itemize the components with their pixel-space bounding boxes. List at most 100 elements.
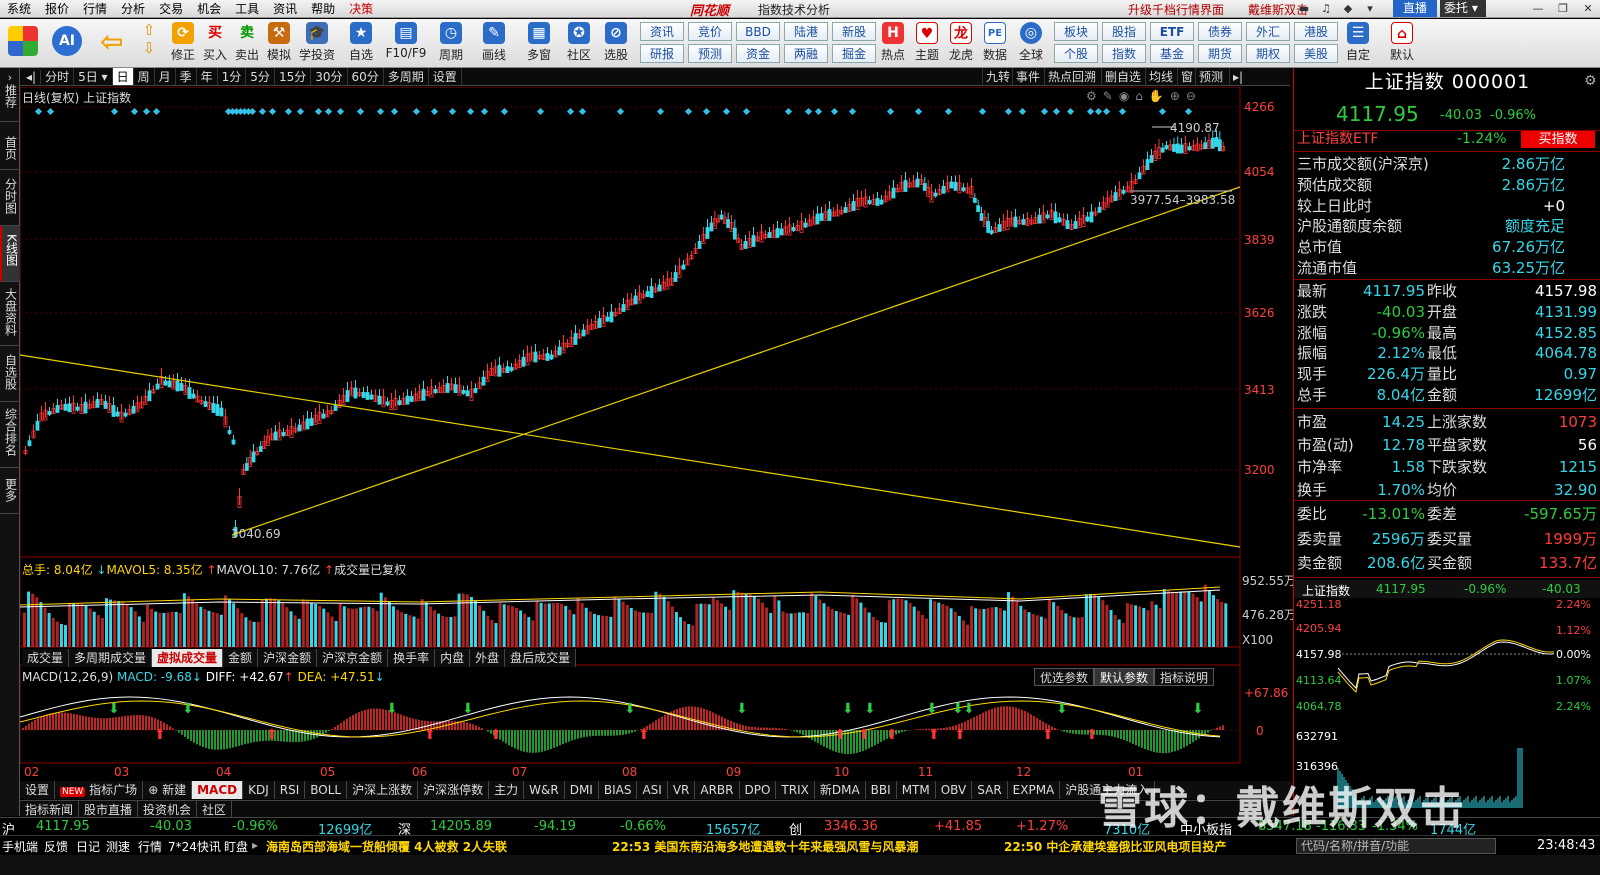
quick-futures[interactable]: 期货 bbox=[1198, 44, 1242, 63]
news-headline[interactable]: 海南岛西部海域一货船倾覆 4人被救 2人失联 bbox=[266, 838, 507, 855]
hot-button[interactable]: H 热点 bbox=[876, 21, 910, 66]
itab-rise-count[interactable]: 沪深上涨数 bbox=[347, 781, 419, 799]
multiwindow-button[interactable]: ▦ 多窗 bbox=[520, 21, 558, 66]
menu-trade[interactable]: 交易 bbox=[152, 0, 190, 17]
tab-watchlist[interactable]: 自选股 bbox=[0, 346, 20, 402]
gear-icon[interactable]: ⚙ bbox=[1584, 73, 1597, 89]
btn-ma[interactable]: 均线 bbox=[1145, 68, 1176, 86]
upgrade-link[interactable]: 升级千档行情界面 bbox=[1128, 1, 1224, 18]
itab-rsi[interactable]: RSI bbox=[274, 781, 306, 799]
period-5min[interactable]: 5分 bbox=[246, 68, 275, 85]
period-day[interactable]: 日 bbox=[112, 68, 134, 85]
buy-index-button[interactable]: 买指数 bbox=[1521, 131, 1595, 148]
minimize-icon[interactable]: — bbox=[1530, 1, 1546, 16]
draw-button[interactable]: ✎ 画线 bbox=[476, 21, 512, 66]
dropdown-icon[interactable]: ▾ bbox=[1362, 1, 1378, 16]
period-60min[interactable]: 60分 bbox=[348, 68, 384, 85]
screener-button[interactable]: ⊘ 选股 bbox=[598, 21, 634, 66]
menu-decision[interactable]: 决策 bbox=[342, 0, 380, 17]
menu-tools[interactable]: 工具 bbox=[228, 0, 266, 17]
sell-button[interactable]: 卖卖出 bbox=[230, 21, 264, 66]
quick-index[interactable]: 指数 bbox=[1102, 44, 1146, 63]
itab-vr[interactable]: VR bbox=[667, 781, 696, 799]
itab-asi[interactable]: ASI bbox=[637, 781, 668, 799]
vtab-virtual-volume[interactable]: 虚拟成交量 bbox=[152, 649, 224, 667]
itab-dmi[interactable]: DMI bbox=[564, 781, 599, 799]
period-month[interactable]: 月 bbox=[155, 68, 176, 85]
period-1min[interactable]: 1分 bbox=[218, 68, 247, 85]
minimize-mini-icon[interactable]: ▬ bbox=[1296, 1, 1312, 16]
menu-news[interactable]: 资讯 bbox=[266, 0, 304, 17]
itab-new[interactable]: ⊕ 新建 bbox=[143, 781, 193, 799]
tab-market-info[interactable]: 大盘资料 bbox=[0, 282, 20, 346]
expand-icon[interactable]: ▸| bbox=[1229, 68, 1246, 86]
chart-canvas[interactable]: ⬇ ⬇ ⬇ ⬇ ⬇ ⬇ ⬇ ⬇ ⬇ ⬇ ⬇ ⬇ ⬇⬆ ⬆ ⬆ ⬆ ⬆ ⬆ ⬆ ⬆ ⬆ ⬆ ⬆ ⬆ bbox=[20, 87, 1292, 800]
status-link[interactable]: 日记 bbox=[76, 838, 100, 855]
quick-fund-flow[interactable]: 资金 bbox=[736, 44, 780, 63]
vtab-outer[interactable]: 外盘 bbox=[470, 649, 506, 667]
live-button[interactable]: 直播 bbox=[1393, 0, 1437, 17]
tab-more[interactable]: 更多 bbox=[0, 468, 20, 514]
quick-stock[interactable]: 个股 bbox=[1054, 44, 1098, 63]
period-multi[interactable]: 多周期 bbox=[384, 68, 429, 85]
quick-news[interactable]: 资讯 bbox=[640, 22, 684, 41]
btn-default-params[interactable]: 默认参数 bbox=[1094, 668, 1155, 686]
watchlist-button[interactable]: ★ 自选 bbox=[342, 21, 380, 66]
vtab-turnover[interactable]: 换手率 bbox=[388, 649, 436, 667]
menu-opportunity[interactable]: 机会 bbox=[190, 0, 228, 17]
search-input[interactable]: 代码/名称/拼音/功能 bbox=[1296, 838, 1496, 854]
itab-expma[interactable]: EXPMA bbox=[1007, 781, 1061, 799]
period-5day[interactable]: 5日 ▾ bbox=[74, 68, 113, 85]
tab-kline[interactable]: K线图 bbox=[0, 226, 20, 282]
vtab-inner[interactable]: 内盘 bbox=[435, 649, 471, 667]
itab-settings[interactable]: 设置 bbox=[20, 781, 56, 799]
quick-forecast[interactable]: 预测 bbox=[688, 44, 732, 63]
period-button[interactable]: ◷ 周期 bbox=[432, 21, 470, 66]
quick-bbd[interactable]: BBD bbox=[736, 22, 780, 41]
itab-wr[interactable]: W&R bbox=[524, 781, 565, 799]
learn-button[interactable]: 🎓 学投资 bbox=[298, 21, 336, 66]
tab-recommend[interactable]: › 推荐 bbox=[0, 68, 20, 122]
default-button[interactable]: ⌂ 默认 bbox=[1384, 21, 1420, 66]
vtab-volume[interactable]: 成交量 bbox=[22, 649, 70, 667]
status-link[interactable]: 7*24快讯 bbox=[168, 838, 221, 855]
quick-index-futures[interactable]: 股指 bbox=[1102, 22, 1146, 41]
vtab-amount[interactable]: 金额 bbox=[223, 649, 259, 667]
period-timeshare[interactable]: 分时 bbox=[41, 68, 75, 85]
news-headline[interactable]: 22:50 中企承建埃塞俄比亚风电项目投产 bbox=[1004, 838, 1226, 855]
dragon-button[interactable]: 龙龙虎 bbox=[944, 21, 978, 66]
itab-dpo[interactable]: DPO bbox=[739, 781, 777, 799]
period-year[interactable]: 年 bbox=[197, 68, 218, 85]
data-button[interactable]: PE 数据 bbox=[978, 21, 1012, 66]
period-30min[interactable]: 30分 bbox=[311, 68, 348, 85]
itab-obv[interactable]: OBV bbox=[935, 781, 973, 799]
btn-remove-watch[interactable]: 删自选 bbox=[1101, 68, 1144, 86]
vtab-multi-volume[interactable]: 多周期成交量 bbox=[69, 649, 153, 667]
skin-icon[interactable]: ◆ bbox=[1340, 1, 1356, 16]
quick-hk-stock[interactable]: 港股 bbox=[1294, 22, 1338, 41]
menu-quote[interactable]: 报价 bbox=[38, 0, 76, 17]
itab-new-dma[interactable]: 新DMA bbox=[814, 781, 866, 799]
btn-optimal-params[interactable]: 优选参数 bbox=[1034, 668, 1095, 686]
ai-button[interactable]: AI bbox=[48, 21, 86, 66]
status-link[interactable]: 盯盘 bbox=[224, 838, 248, 855]
up-button[interactable]: ⇧ ⇩ bbox=[138, 21, 160, 66]
itab-boll[interactable]: BOLL bbox=[305, 781, 348, 799]
quick-auction[interactable]: 竞价 bbox=[688, 22, 732, 41]
community-button[interactable]: ✪ 社区 bbox=[562, 21, 596, 66]
quick-sector[interactable]: 板块 bbox=[1054, 22, 1098, 41]
period-settings[interactable]: 设置 bbox=[429, 68, 462, 85]
custom-button[interactable]: ☰ 自定 bbox=[1340, 21, 1376, 66]
vtab-after-hours[interactable]: 盘后成交量 bbox=[505, 649, 577, 667]
menu-system[interactable]: 系统 bbox=[0, 0, 38, 17]
btn-forecast[interactable]: 预测 bbox=[1195, 68, 1226, 86]
quick-bond[interactable]: 债券 bbox=[1198, 22, 1242, 41]
itab-kdj[interactable]: KDJ bbox=[243, 781, 275, 799]
menu-analysis[interactable]: 分析 bbox=[114, 0, 152, 17]
trust-button[interactable]: 委托 ▾ bbox=[1440, 0, 1486, 17]
quick-dig[interactable]: 掘金 bbox=[832, 44, 876, 63]
itab-main-force[interactable]: 主力 bbox=[489, 781, 525, 799]
close-icon[interactable]: ✕ bbox=[1580, 1, 1596, 16]
status-link[interactable]: 反馈 bbox=[44, 838, 68, 855]
f10-button[interactable]: ▤ F10/F9 bbox=[384, 21, 428, 66]
